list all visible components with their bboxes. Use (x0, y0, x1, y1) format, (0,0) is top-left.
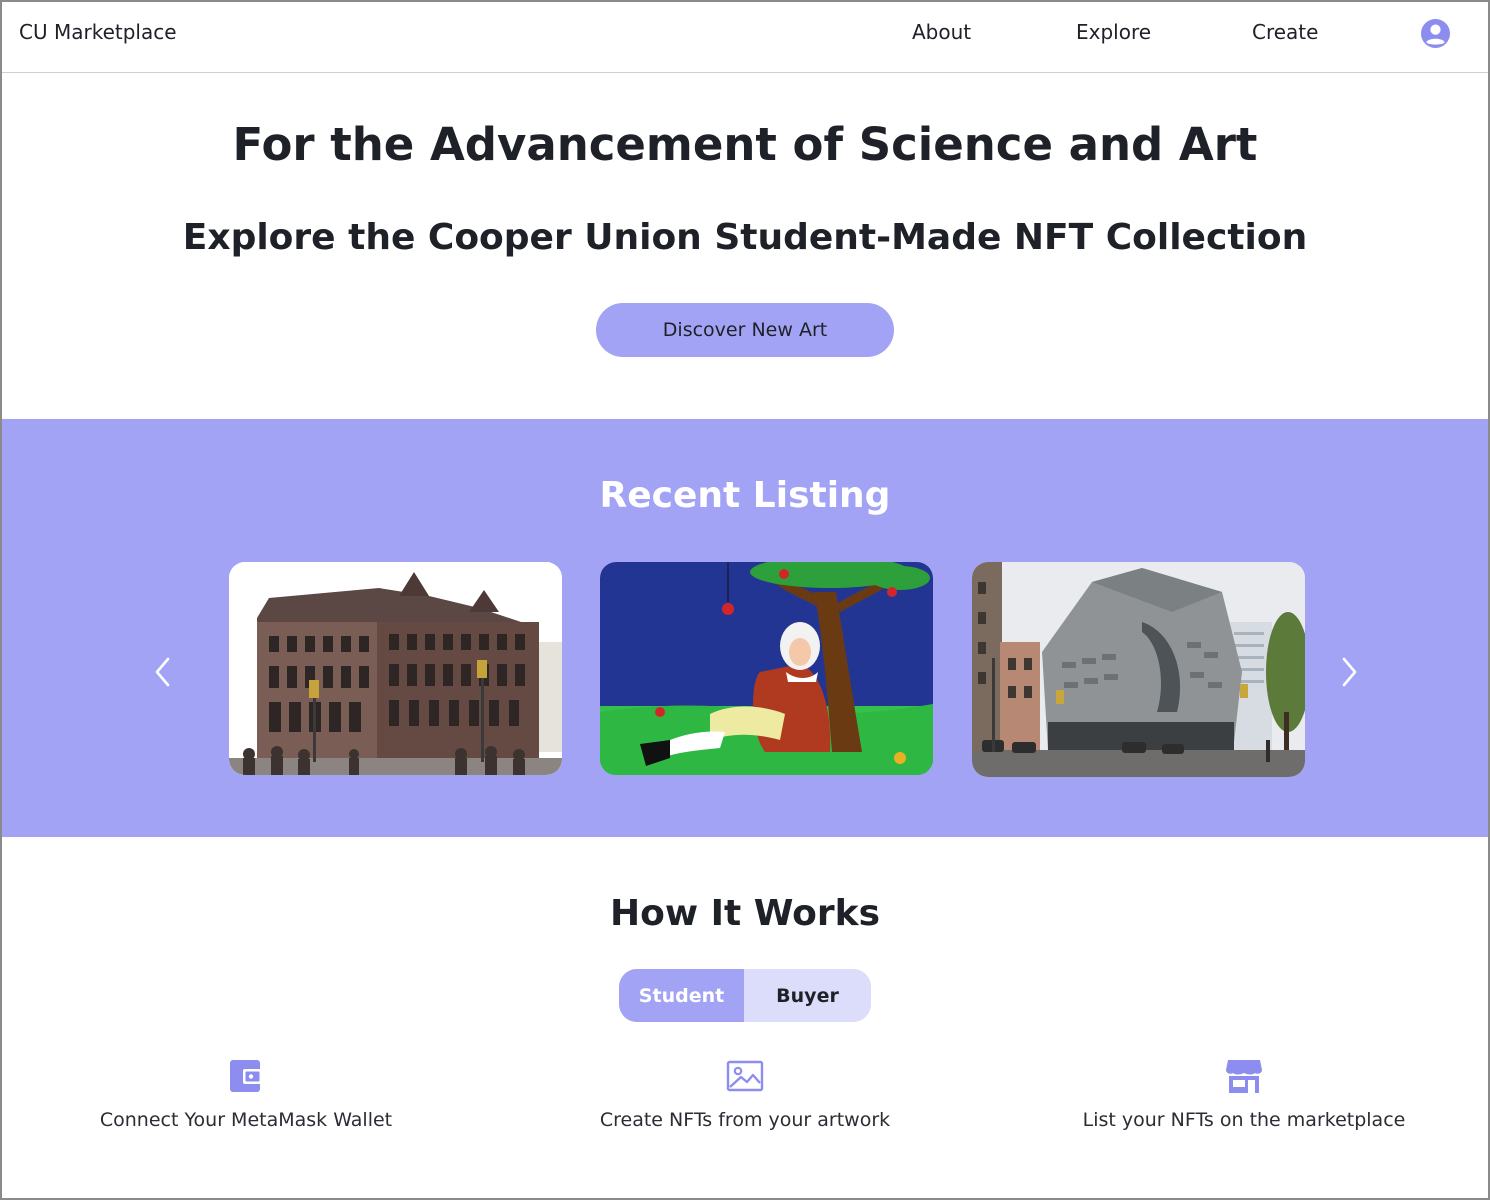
hero-subtitle: Explore the Cooper Union Student-Made NF… (182, 217, 1308, 258)
brand-logo[interactable]: CU Marketplace (19, 20, 177, 44)
step-create-nfts: Create NFTs from your artwork (495, 1056, 995, 1131)
how-it-works-title: How It Works (609, 893, 881, 934)
wallet-icon (230, 1060, 262, 1092)
listing-card-newton-illustration[interactable] (600, 562, 933, 775)
tab-buyer[interactable]: Buyer (744, 969, 871, 1022)
foundation-building-photo (229, 562, 562, 775)
nav-link-explore[interactable]: Explore (1076, 20, 1151, 44)
recent-listing-section: Recent Listing (0, 419, 1490, 837)
nav-link-create[interactable]: Create (1252, 20, 1318, 44)
newton-under-apple-tree-illustration (600, 562, 933, 775)
tab-student[interactable]: Student (619, 969, 744, 1022)
step-label: List your NFTs on the marketplace (1082, 1109, 1406, 1131)
step-connect-wallet: Connect Your MetaMask Wallet (0, 1056, 496, 1131)
listing-card-41-cooper-square[interactable] (972, 562, 1305, 777)
image-icon (726, 1060, 764, 1092)
nav-link-about[interactable]: About (912, 20, 971, 44)
41-cooper-square-photo (972, 562, 1305, 777)
recent-listing-title: Recent Listing (599, 475, 891, 516)
top-navbar: CU Marketplace About Explore Create (0, 0, 1490, 73)
discover-new-art-button[interactable]: Discover New Art (596, 303, 894, 357)
storefront-icon (1226, 1060, 1262, 1093)
listing-card-foundation-building[interactable] (229, 562, 562, 775)
role-toggle: Student Buyer (619, 969, 871, 1022)
chevron-left-icon[interactable] (151, 655, 175, 689)
step-list-nfts: List your NFTs on the marketplace (994, 1056, 1490, 1131)
step-label: Create NFTs from your artwork (599, 1109, 891, 1131)
user-circle-icon[interactable] (1420, 18, 1451, 49)
chevron-right-icon[interactable] (1337, 655, 1361, 689)
hero-title: For the Advancement of Science and Art (232, 118, 1258, 171)
step-label: Connect Your MetaMask Wallet (99, 1109, 393, 1131)
